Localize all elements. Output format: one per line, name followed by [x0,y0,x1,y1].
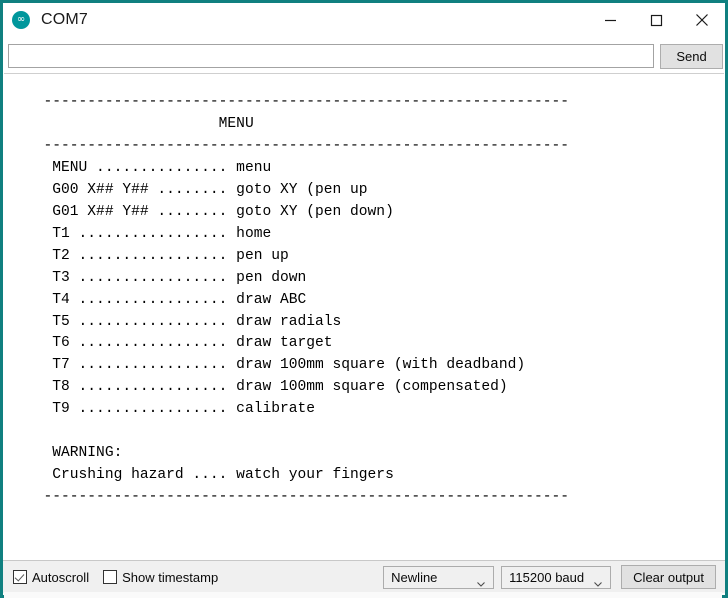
serial-output-text: ----------------------------------------… [43,94,569,506]
close-button[interactable] [679,3,725,37]
send-button[interactable]: Send [660,44,723,69]
minimize-icon [604,14,617,27]
arduino-logo-icon: ∞ [12,11,30,29]
maximize-button[interactable] [633,3,679,37]
window-title: COM7 [41,11,89,28]
serial-monitor-window: ∞ COM7 Send ----------------------------… [0,0,728,598]
arduino-infinity-glyph: ∞ [16,14,26,25]
bottom-toolbar: Autoscroll Show timestamp Newline 115200… [3,560,725,593]
line-ending-value: Newline [391,569,438,585]
window-frame-left [0,0,3,598]
line-ending-dropdown[interactable]: Newline [383,565,495,589]
serial-send-input[interactable] [8,44,654,68]
close-icon [695,13,709,27]
minimize-button[interactable] [587,3,633,37]
autoscroll-label: Autoscroll [32,569,90,585]
maximize-icon [650,14,663,27]
chevron-down-icon [594,575,603,587]
autoscroll-checkbox[interactable]: Autoscroll [13,561,89,593]
show-timestamp-checkbox-box[interactable] [103,570,118,584]
serial-output-inner: ----------------------------------------… [4,74,724,509]
show-timestamp-label: Show timestamp [122,569,219,585]
serial-output-panel[interactable]: ----------------------------------------… [4,73,724,559]
chevron-down-icon [477,575,486,587]
background-partial-row [4,592,722,598]
window-controls [587,3,725,37]
autoscroll-checkbox-box[interactable] [13,570,27,584]
clear-output-button[interactable]: Clear output [621,565,716,589]
send-row: Send [3,40,725,70]
title-bar: ∞ COM7 [3,3,725,37]
show-timestamp-checkbox[interactable]: Show timestamp [103,561,218,593]
baud-rate-value: 115200 baud [509,569,585,585]
baud-rate-dropdown[interactable]: 115200 baud [501,565,612,589]
